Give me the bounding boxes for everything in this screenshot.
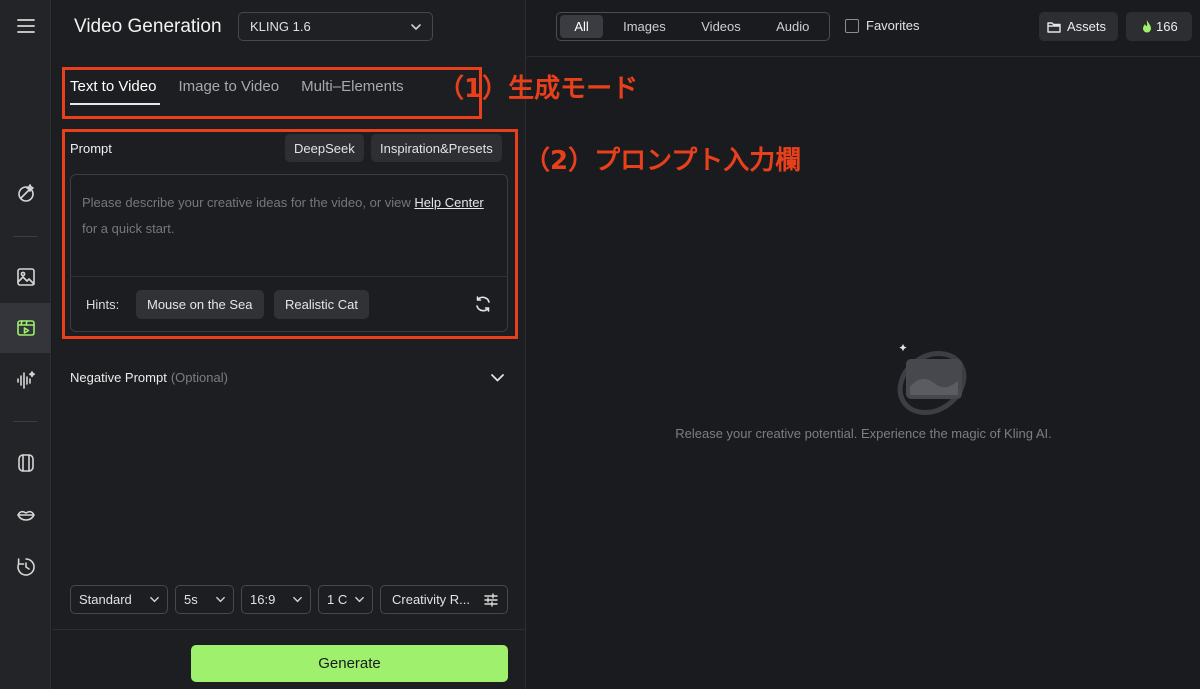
sidebar-divider xyxy=(13,236,37,237)
mode-select[interactable]: Standard xyxy=(70,585,168,614)
filter-tabs: All Images Videos Audio xyxy=(556,12,830,41)
folder-icon xyxy=(1047,21,1061,33)
video-icon[interactable] xyxy=(0,303,51,353)
aspect-ratio-select[interactable]: 16:9 xyxy=(241,585,311,614)
aspect-ratio-value: 16:9 xyxy=(250,592,276,607)
credits-value: 166 xyxy=(1156,19,1178,34)
lips-icon[interactable] xyxy=(0,490,51,540)
sidebar-divider xyxy=(13,421,37,422)
annotation-box-mode xyxy=(62,67,482,119)
output-count-value: 1 C xyxy=(327,592,348,607)
sidebar xyxy=(0,0,51,689)
mode-select-value: Standard xyxy=(79,592,132,607)
negative-prompt-label: Negative Prompt xyxy=(70,370,167,385)
annotation-label-prompt: （2）プロンプト入力欄 xyxy=(524,146,802,176)
credits-badge[interactable]: 166 xyxy=(1126,12,1192,41)
chevron-down-icon xyxy=(216,596,225,603)
creativity-settings[interactable]: Creativity R... xyxy=(380,585,508,614)
optional-label: (Optional) xyxy=(170,370,228,385)
page-title: Video Generation xyxy=(74,16,222,37)
assets-label: Assets xyxy=(1067,19,1107,34)
filter-videos[interactable]: Videos xyxy=(686,15,757,38)
checkbox[interactable] xyxy=(845,18,859,33)
output-count-select[interactable]: 1 C xyxy=(318,585,373,614)
audio-wave-icon[interactable] xyxy=(0,355,51,405)
annotation-box-prompt xyxy=(62,129,518,339)
empty-state-message: Release your creative potential. Experie… xyxy=(675,426,1052,441)
annotation-label-mode: （1）生成モード xyxy=(438,74,639,104)
duration-select-value: 5s xyxy=(184,592,198,607)
chevron-down-icon xyxy=(411,24,421,30)
history-icon[interactable] xyxy=(0,542,51,592)
negative-prompt-toggle[interactable]: Negative Prompt (Optional) xyxy=(70,370,228,385)
filter-all[interactable]: All xyxy=(560,15,604,38)
model-select[interactable]: KLING 1.6 xyxy=(238,12,433,41)
sliders-icon xyxy=(484,593,498,607)
magic-wand-icon[interactable] xyxy=(0,168,51,218)
favorites-label: Favorites xyxy=(866,18,920,33)
chevron-down-icon[interactable] xyxy=(490,371,505,385)
model-select-value: KLING 1.6 xyxy=(250,19,311,34)
generate-button[interactable]: Generate xyxy=(191,645,508,682)
chevron-down-icon xyxy=(150,596,159,603)
favorites-checkbox[interactable]: Favorites xyxy=(845,18,919,33)
empty-gallery-icon xyxy=(897,344,967,415)
image-icon[interactable] xyxy=(0,252,51,302)
filter-images[interactable]: Images xyxy=(603,15,685,38)
shirt-icon[interactable] xyxy=(0,438,51,488)
flame-icon xyxy=(1143,20,1151,33)
menu-icon[interactable] xyxy=(0,1,51,51)
chevron-down-icon xyxy=(355,596,364,603)
header-divider xyxy=(527,56,1200,57)
duration-select[interactable]: 5s xyxy=(175,585,234,614)
assets-button[interactable]: Assets xyxy=(1039,12,1118,41)
creativity-label: Creativity R... xyxy=(392,592,471,607)
chevron-down-icon xyxy=(293,596,302,603)
footer-divider xyxy=(52,629,526,630)
filter-audio[interactable]: Audio xyxy=(756,15,829,38)
